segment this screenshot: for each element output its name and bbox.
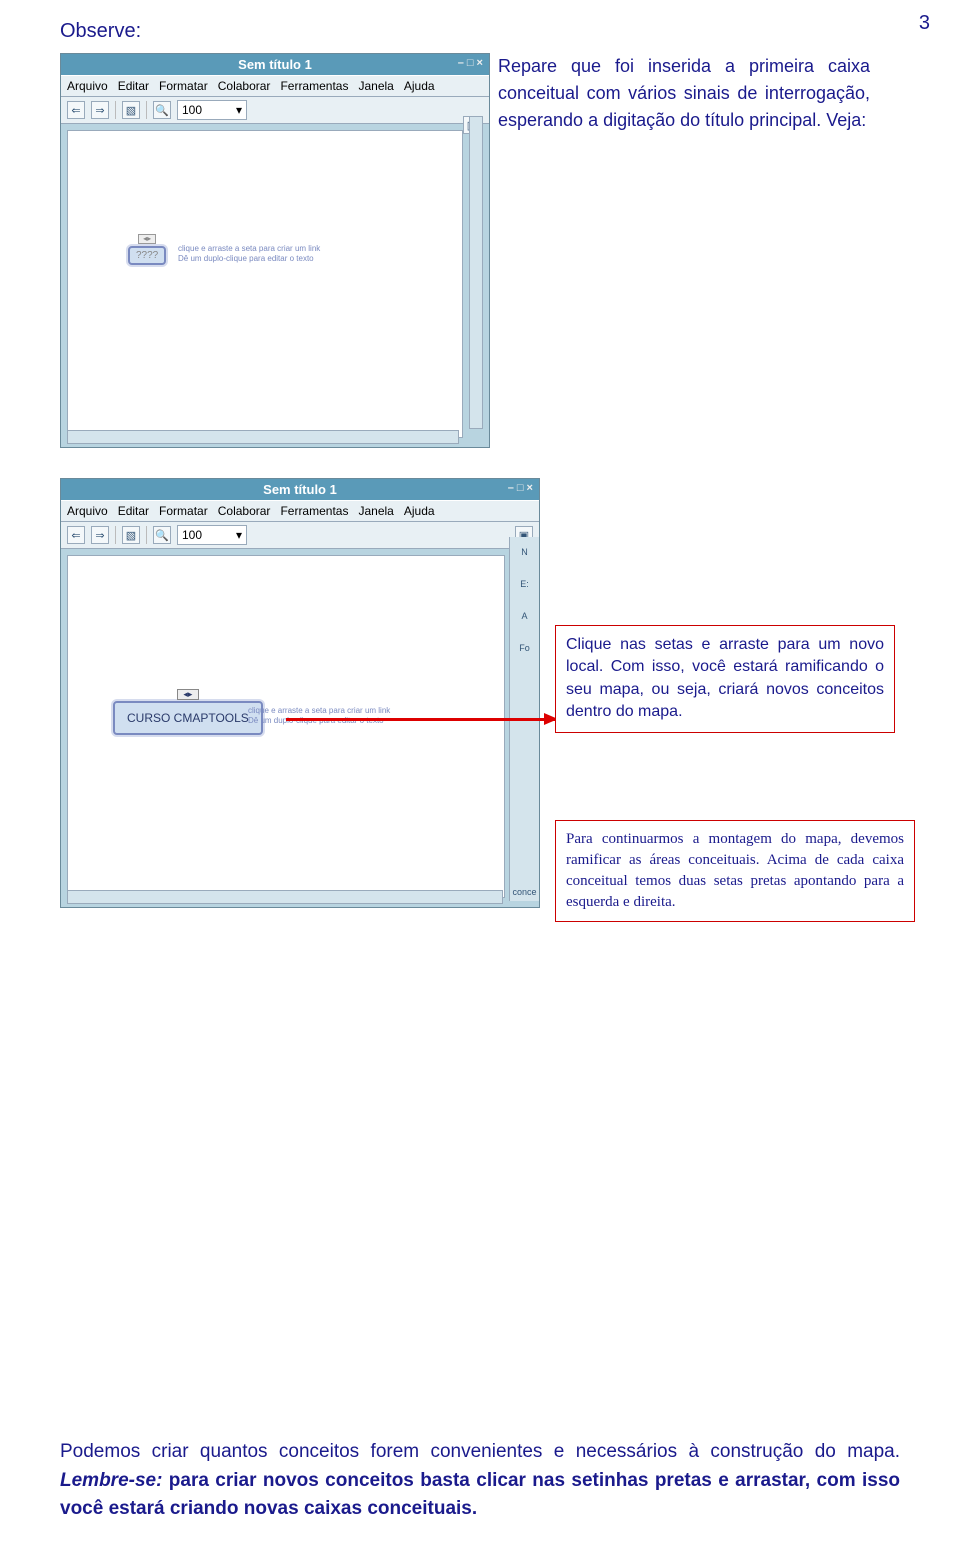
nav-forward-icon[interactable]: ⇒ xyxy=(91,101,109,119)
paragraph-1: Repare que foi inserida a primeira caixa… xyxy=(490,53,870,134)
callout-box-1: Clique nas setas e arraste para um novo … xyxy=(555,625,895,733)
menu-ferramentas[interactable]: Ferramentas xyxy=(280,79,348,93)
bottom-paragraph: Podemos criar quantos conceitos forem co… xyxy=(60,1438,900,1524)
separator xyxy=(146,101,147,119)
separator xyxy=(115,526,116,544)
window-controls[interactable]: – □ × xyxy=(458,57,483,69)
window-titlebar: Sem título 1 – □ × xyxy=(61,479,539,500)
dropdown-icon[interactable]: ▾ xyxy=(236,103,242,117)
menubar-2: Arquivo Editar Formatar Colaborar Ferram… xyxy=(61,500,539,522)
horizontal-scrollbar[interactable] xyxy=(67,430,459,444)
menu-ajuda[interactable]: Ajuda xyxy=(404,79,435,93)
panel-footer-fragment: conce xyxy=(512,887,536,901)
nav-back-icon[interactable]: ⇐ xyxy=(67,101,85,119)
zoom-icon[interactable]: 🔍 xyxy=(153,526,171,544)
window-title: Sem título 1 xyxy=(238,57,312,72)
row-screenshot1: Sem título 1 – □ × Arquivo Editar Format… xyxy=(60,53,900,448)
tool-icon[interactable]: ▧ xyxy=(122,526,140,544)
panel-label: A xyxy=(521,611,527,625)
concept-node-curso[interactable]: ◂▸ CURSO CMAPTOOLS xyxy=(113,701,263,735)
menu-janela[interactable]: Janela xyxy=(358,504,393,518)
zoom-value: 100 xyxy=(182,528,202,542)
screenshot-window-2: Sem título 1 – □ × Arquivo Editar Format… xyxy=(60,478,540,908)
menu-colaborar[interactable]: Colaborar xyxy=(218,504,271,518)
window-titlebar: Sem título 1 – □ × xyxy=(61,54,489,75)
bottom-text-italic: Lembre-se: xyxy=(60,1470,162,1491)
canvas-area-1[interactable]: ◂▸ ???? clique e arraste a seta para cri… xyxy=(67,130,463,438)
screenshot-window-1: Sem título 1 – □ × Arquivo Editar Format… xyxy=(60,53,490,448)
panel-label: Fo xyxy=(519,643,530,657)
menu-editar[interactable]: Editar xyxy=(118,79,149,93)
menu-colaborar[interactable]: Colaborar xyxy=(218,79,271,93)
canvas-area-2[interactable]: ◂▸ CURSO CMAPTOOLS clique e arraste a se… xyxy=(67,555,505,898)
nav-forward-icon[interactable]: ⇒ xyxy=(91,526,109,544)
red-arrow-annotation xyxy=(286,718,556,721)
concept-text: ???? xyxy=(136,250,158,261)
nav-back-icon[interactable]: ⇐ xyxy=(67,526,85,544)
zoom-input[interactable]: 100 ▾ xyxy=(177,525,247,545)
observe-heading: Observe: xyxy=(60,20,900,43)
menu-editar[interactable]: Editar xyxy=(118,504,149,518)
separator xyxy=(115,101,116,119)
bottom-text-a: Podemos criar quantos conceitos forem co… xyxy=(60,1441,900,1462)
menu-formatar[interactable]: Formatar xyxy=(159,504,208,518)
menu-ferramentas[interactable]: Ferramentas xyxy=(280,504,348,518)
canvas-hint-text: clique e arraste a seta para criar um li… xyxy=(178,244,320,263)
window-controls[interactable]: – □ × xyxy=(508,482,533,494)
menu-janela[interactable]: Janela xyxy=(358,79,393,93)
bottom-text-bold: para criar novos conceitos basta clicar … xyxy=(60,1470,900,1520)
canvas-hint-text: clique e arraste a seta para criar um li… xyxy=(248,706,390,725)
panel-label: E: xyxy=(520,579,529,593)
concept-text: CURSO CMAPTOOLS xyxy=(127,711,249,725)
horizontal-scrollbar[interactable] xyxy=(67,890,503,904)
window-title: Sem título 1 xyxy=(263,482,337,497)
menu-formatar[interactable]: Formatar xyxy=(159,79,208,93)
zoom-value: 100 xyxy=(182,103,202,117)
menu-ajuda[interactable]: Ajuda xyxy=(404,504,435,518)
concept-node-placeholder[interactable]: ◂▸ ???? xyxy=(128,246,166,265)
zoom-input[interactable]: 100 ▾ xyxy=(177,100,247,120)
callout-box-2: Para continuarmos a montagem do mapa, de… xyxy=(555,820,915,922)
separator xyxy=(146,526,147,544)
panel-label: N xyxy=(521,547,528,561)
link-handle-icon[interactable]: ◂▸ xyxy=(138,234,156,244)
toolbar-2: ⇐ ⇒ ▧ 🔍 100 ▾ ▣ xyxy=(61,522,539,549)
dropdown-icon[interactable]: ▾ xyxy=(236,528,242,542)
menu-arquivo[interactable]: Arquivo xyxy=(67,79,108,93)
page-number: 3 xyxy=(919,12,930,35)
menu-arquivo[interactable]: Arquivo xyxy=(67,504,108,518)
link-handle-icon[interactable]: ◂▸ xyxy=(177,689,199,700)
zoom-icon[interactable]: 🔍 xyxy=(153,101,171,119)
toolbar-1: ⇐ ⇒ ▧ 🔍 100 ▾ xyxy=(61,97,489,124)
vertical-scrollbar[interactable] xyxy=(469,116,483,429)
tool-icon[interactable]: ▧ xyxy=(122,101,140,119)
menubar-1: Arquivo Editar Formatar Colaborar Ferram… xyxy=(61,75,489,97)
